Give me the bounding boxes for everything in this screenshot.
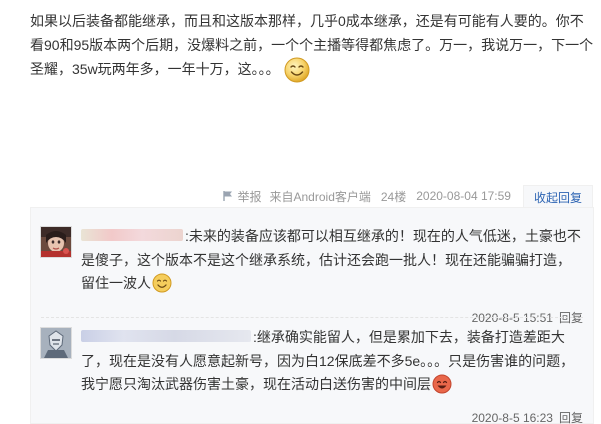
sub-reply-item: :继承确实能留人，但是累加下去，装备打造差距大了，现在是没有人愿意起新号，因为白… [31, 319, 593, 424]
username-blurred[interactable] [81, 330, 251, 342]
username-blurred[interactable] [81, 229, 183, 241]
collapse-replies-button[interactable]: 收起回复 [522, 184, 593, 210]
smiley-face-icon [284, 57, 310, 83]
divider [41, 317, 583, 318]
client-source: 来自Android客户端 [269, 189, 371, 204]
post-tail-bar: 举报 来自Android客户端 24楼 2020-08-04 17:59 收起回… [222, 184, 593, 210]
avatar[interactable] [40, 226, 72, 258]
laughing-face-icon [432, 374, 452, 394]
reply-button[interactable]: 回复 [559, 411, 583, 424]
sub-reply-meta: 2020-8-5 16:23 回复 [472, 409, 583, 424]
report-label: 举报 [237, 189, 262, 204]
report-icon [223, 191, 233, 201]
post-time: 2020-08-04 17:59 [416, 189, 511, 203]
avatar-image [41, 227, 71, 257]
sub-reply-content: :继承确实能留人，但是累加下去，装备打造差距大了，现在是没有人愿意起新号，因为白… [81, 326, 581, 397]
sub-reply-item: :未来的装备应该都可以相互继承的！现在的人气低迷，土豪也不是傻子，这个版本不是这… [31, 218, 593, 325]
sub-reply-content: :未来的装备应该都可以相互继承的！现在的人气低迷，土豪也不是傻子，这个版本不是这… [81, 225, 581, 296]
avatar[interactable] [40, 327, 72, 359]
post-body-text: 如果以后装备都能继承，而且和这版本那样，几乎0成本继承，还是有可能有人要的。你不… [30, 13, 594, 77]
report-link[interactable]: 举报 [222, 188, 262, 205]
sub-reply-time: 2020-8-5 16:23 [471, 411, 553, 424]
sub-reply-panel: :未来的装备应该都可以相互继承的！现在的人气低迷，土豪也不是傻子，这个版本不是这… [30, 207, 594, 424]
smiley-face-icon [152, 273, 172, 293]
avatar-image [41, 328, 71, 358]
post-content: 如果以后装备都能继承，而且和这版本那样，几乎0成本继承，还是有可能有人要的。你不… [30, 10, 596, 83]
post-page: 如果以后装备都能继承，而且和这版本那样，几乎0成本继承，还是有可能有人要的。你不… [0, 0, 601, 424]
floor-number: 24楼 [380, 189, 407, 204]
